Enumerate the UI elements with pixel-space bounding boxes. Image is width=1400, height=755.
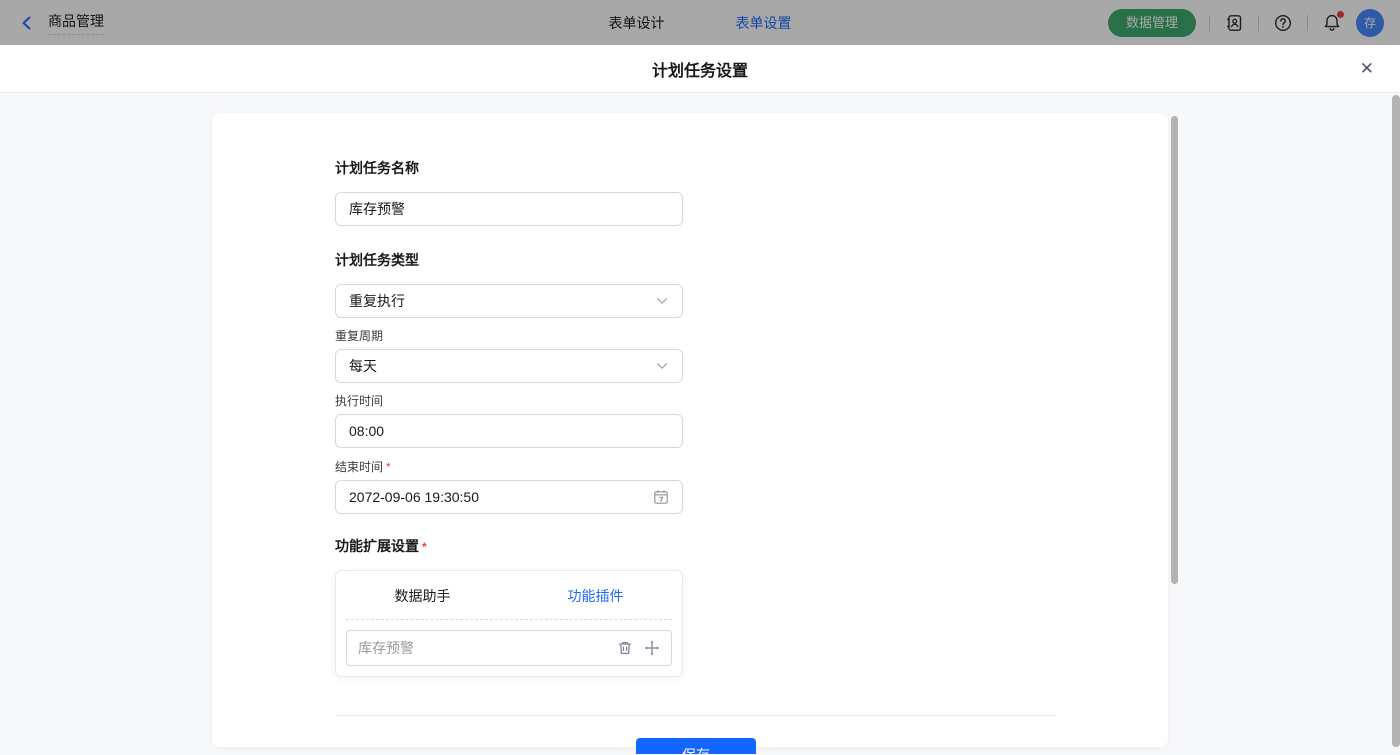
settings-card: 计划任务名称 库存预警 计划任务类型 重复执行 重复周期 每天 bbox=[212, 113, 1168, 747]
move-item-handle[interactable] bbox=[644, 640, 660, 656]
exec-time-value: 08:00 bbox=[349, 423, 384, 439]
app-header: 商品管理 表单设计 表单设置 数据管理 bbox=[0, 0, 1400, 45]
task-type-value: 重复执行 bbox=[349, 291, 405, 311]
exec-time-label: 执行时间 bbox=[335, 392, 1057, 409]
tab-data-assistant[interactable]: 数据助手 bbox=[336, 586, 509, 606]
task-name-value: 库存预警 bbox=[349, 199, 405, 219]
required-mark: * bbox=[422, 540, 427, 554]
modal-overlay bbox=[0, 0, 1400, 45]
modal-header: 计划任务设置 ✕ bbox=[0, 45, 1400, 93]
modal-title: 计划任务设置 bbox=[652, 57, 748, 81]
calendar-icon bbox=[653, 489, 669, 505]
extension-label: 功能扩展设置* bbox=[335, 536, 1057, 556]
divider bbox=[335, 715, 1057, 716]
modal-scrollbar[interactable] bbox=[1171, 116, 1178, 584]
close-icon[interactable]: ✕ bbox=[1360, 58, 1374, 80]
chevron-down-icon bbox=[655, 359, 669, 373]
task-type-label: 计划任务类型 bbox=[335, 250, 1057, 270]
window-scrollbar[interactable] bbox=[1392, 95, 1400, 747]
move-icon bbox=[644, 640, 660, 656]
task-name-input[interactable]: 库存预警 bbox=[335, 192, 683, 226]
trash-icon bbox=[617, 640, 633, 656]
repeat-cycle-select[interactable]: 每天 bbox=[335, 349, 683, 383]
end-time-input[interactable]: 2072-09-06 19:30:50 bbox=[335, 480, 683, 514]
end-time-label: 结束时间* bbox=[335, 458, 1057, 475]
delete-item-button[interactable] bbox=[617, 640, 633, 656]
extension-item[interactable]: 库存预警 bbox=[346, 630, 672, 666]
chevron-down-icon bbox=[655, 294, 669, 308]
extension-item-name: 库存预警 bbox=[358, 638, 414, 658]
exec-time-input[interactable]: 08:00 bbox=[335, 414, 683, 448]
task-type-select[interactable]: 重复执行 bbox=[335, 284, 683, 318]
save-button[interactable]: 保存 bbox=[636, 738, 756, 754]
end-time-value: 2072-09-06 19:30:50 bbox=[349, 489, 479, 505]
repeat-cycle-value: 每天 bbox=[349, 356, 377, 376]
repeat-cycle-label: 重复周期 bbox=[335, 327, 1057, 344]
task-name-label: 计划任务名称 bbox=[335, 158, 1057, 178]
required-mark: * bbox=[386, 460, 391, 474]
tab-function-plugin[interactable]: 功能插件 bbox=[509, 586, 682, 606]
extension-panel: 数据助手 功能插件 库存预警 bbox=[335, 570, 683, 677]
modal-body: 计划任务名称 库存预警 计划任务类型 重复执行 重复周期 每天 bbox=[0, 93, 1400, 754]
divider bbox=[346, 619, 672, 620]
